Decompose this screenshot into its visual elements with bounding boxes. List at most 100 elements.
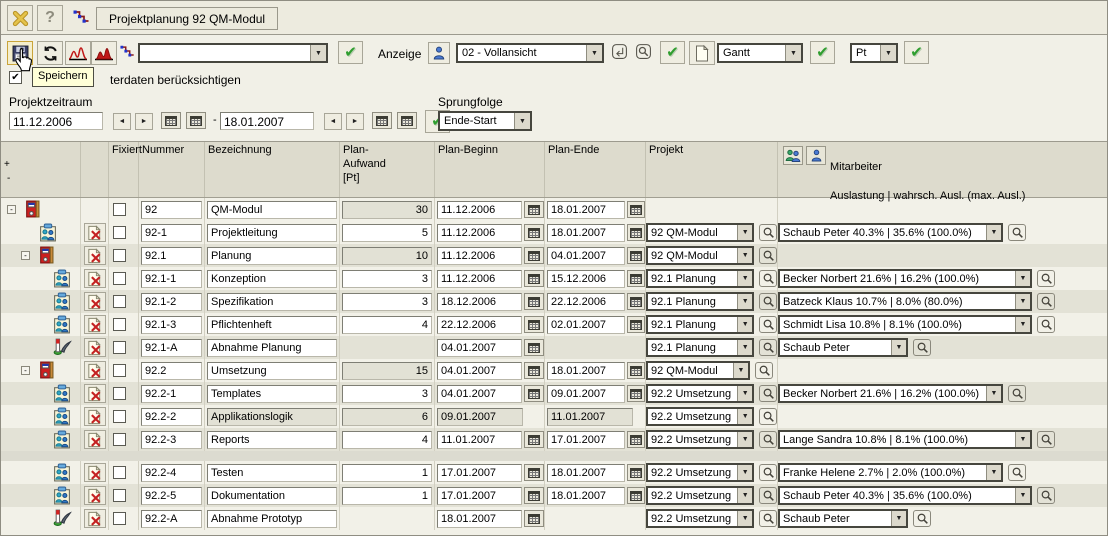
mitarbeiter-search-button[interactable] bbox=[1008, 224, 1026, 241]
apply-view-button[interactable]: ✔ bbox=[660, 41, 685, 64]
projekt-search-button[interactable] bbox=[759, 385, 777, 402]
histogram-fill-button[interactable] bbox=[91, 41, 117, 65]
search-view-icon[interactable] bbox=[635, 43, 652, 63]
delete-row-button[interactable] bbox=[84, 269, 106, 288]
filter-combobox[interactable]: ▼ bbox=[138, 43, 328, 63]
date-calendar-button[interactable] bbox=[524, 201, 544, 218]
period-end-calendar-button[interactable] bbox=[372, 112, 392, 129]
projekt-combobox[interactable]: 92.2 Umsetzung▼ bbox=[646, 430, 754, 449]
projekt-combobox[interactable]: 92.2 Umsetzung▼ bbox=[646, 509, 754, 528]
mitarbeiter-combobox[interactable]: Becker Norbert 21.6% | 16.2% (100.0%)▼ bbox=[778, 384, 1003, 403]
fixiert-checkbox[interactable] bbox=[113, 410, 126, 423]
period-start-next-button[interactable]: ► bbox=[135, 113, 153, 130]
period-start-input[interactable]: 11.12.2006 bbox=[9, 112, 103, 130]
chevron-down-icon[interactable]: ▼ bbox=[891, 340, 906, 355]
date-calendar-button[interactable] bbox=[627, 201, 645, 218]
mitarbeiter-combobox[interactable]: Schmidt Lisa 10.8% | 8.1% (100.0%)▼ bbox=[778, 315, 1032, 334]
mitarbeiter-search-button[interactable] bbox=[1037, 316, 1055, 333]
delete-row-button[interactable] bbox=[84, 338, 106, 357]
date-calendar-button[interactable] bbox=[627, 362, 645, 379]
projekt-combobox[interactable]: 92.2 Umsetzung▼ bbox=[646, 463, 754, 482]
date-calendar-button[interactable] bbox=[524, 224, 544, 241]
person-view-button[interactable] bbox=[428, 42, 450, 64]
chevron-down-icon[interactable]: ▼ bbox=[737, 340, 752, 355]
fixiert-checkbox[interactable] bbox=[113, 203, 126, 216]
projekt-combobox[interactable]: 92.1 Planung▼ bbox=[646, 315, 754, 334]
date-calendar-button[interactable] bbox=[524, 293, 544, 310]
mitarbeiter-search-button[interactable] bbox=[1037, 431, 1055, 448]
date-calendar-button[interactable] bbox=[524, 431, 544, 448]
date-calendar-button[interactable] bbox=[627, 464, 645, 481]
person-filter-button[interactable] bbox=[806, 146, 826, 165]
date-calendar-button[interactable] bbox=[524, 510, 544, 527]
fixiert-checkbox[interactable] bbox=[113, 226, 126, 239]
new-document-button[interactable] bbox=[689, 41, 715, 65]
projekt-search-button[interactable] bbox=[759, 270, 777, 287]
chevron-down-icon[interactable]: ▼ bbox=[1015, 488, 1030, 503]
fixiert-checkbox[interactable] bbox=[113, 466, 126, 479]
projekt-search-button[interactable] bbox=[755, 362, 773, 379]
period-start-prev-button[interactable]: ◄ bbox=[113, 113, 131, 130]
chevron-down-icon[interactable]: ▼ bbox=[737, 271, 752, 286]
period-end-input[interactable]: 18.01.2007 bbox=[220, 112, 314, 130]
period-start-calendar-button[interactable] bbox=[161, 112, 181, 129]
chevron-down-icon[interactable]: ▼ bbox=[986, 465, 1001, 480]
projekt-search-button[interactable] bbox=[759, 316, 777, 333]
mitarbeiter-search-button[interactable] bbox=[913, 339, 931, 356]
mitarbeiter-combobox[interactable]: Becker Norbert 21.6% | 16.2% (100.0%)▼ bbox=[778, 269, 1032, 288]
mitarbeiter-search-button[interactable] bbox=[1037, 487, 1055, 504]
mitarbeiter-combobox[interactable]: Lange Sandra 10.8% | 8.1% (100.0%)▼ bbox=[778, 430, 1032, 449]
chevron-down-icon[interactable]: ▼ bbox=[1015, 294, 1030, 309]
projekt-combobox[interactable]: 92 QM-Modul▼ bbox=[646, 246, 754, 265]
date-calendar-button[interactable] bbox=[524, 487, 544, 504]
date-calendar-button[interactable] bbox=[627, 431, 645, 448]
chevron-down-icon[interactable]: ▼ bbox=[737, 465, 752, 480]
mitarbeiter-combobox[interactable]: Batzeck Klaus 10.7% | 8.0% (80.0%)▼ bbox=[778, 292, 1032, 311]
mitarbeiter-search-button[interactable] bbox=[1008, 385, 1026, 402]
fixiert-checkbox[interactable] bbox=[113, 249, 126, 262]
date-calendar-button[interactable] bbox=[627, 293, 645, 310]
projekt-combobox[interactable]: 92.2 Umsetzung▼ bbox=[646, 384, 754, 403]
chevron-down-icon[interactable]: ▼ bbox=[1015, 432, 1030, 447]
projekt-search-button[interactable] bbox=[759, 224, 777, 241]
delete-row-button[interactable] bbox=[84, 315, 106, 334]
delete-row-button[interactable] bbox=[84, 486, 106, 505]
delete-row-button[interactable] bbox=[84, 463, 106, 482]
date-calendar-button[interactable] bbox=[627, 270, 645, 287]
fixiert-checkbox[interactable] bbox=[113, 387, 126, 400]
mitarbeiter-search-button[interactable] bbox=[1037, 270, 1055, 287]
fixiert-checkbox[interactable] bbox=[113, 318, 126, 331]
projekt-combobox[interactable]: 92.2 Umsetzung▼ bbox=[646, 486, 754, 505]
chevron-down-icon[interactable]: ▼ bbox=[785, 45, 801, 61]
projekt-search-button[interactable] bbox=[759, 408, 777, 425]
delete-row-button[interactable] bbox=[84, 430, 106, 449]
fixiert-checkbox[interactable] bbox=[113, 433, 126, 446]
mitarbeiter-combobox[interactable]: Schaub Peter 40.3% | 35.6% (100.0%)▼ bbox=[778, 486, 1032, 505]
unit-combobox[interactable]: Pt ▼ bbox=[850, 43, 898, 63]
delete-row-button[interactable] bbox=[84, 384, 106, 403]
projekt-combobox[interactable]: 92.1 Planung▼ bbox=[646, 292, 754, 311]
date-calendar-button[interactable] bbox=[627, 224, 645, 241]
delete-row-button[interactable] bbox=[84, 223, 106, 242]
chevron-down-icon[interactable]: ▼ bbox=[737, 294, 752, 309]
collapse-node-button[interactable]: - bbox=[21, 366, 30, 375]
histogram-line-button[interactable] bbox=[65, 41, 91, 65]
projekt-search-button[interactable] bbox=[759, 339, 777, 356]
date-calendar-button[interactable] bbox=[524, 316, 544, 333]
delete-row-button[interactable] bbox=[84, 361, 106, 380]
chevron-down-icon[interactable]: ▼ bbox=[986, 386, 1001, 401]
date-calendar-button[interactable] bbox=[524, 270, 544, 287]
mitarbeiter-combobox[interactable]: Schaub Peter▼ bbox=[778, 509, 908, 528]
chevron-down-icon[interactable]: ▼ bbox=[1015, 317, 1030, 332]
delete-row-button[interactable] bbox=[84, 292, 106, 311]
chevron-down-icon[interactable]: ▼ bbox=[737, 511, 752, 526]
chevron-down-icon[interactable]: ▼ bbox=[733, 363, 748, 378]
period-end-calendar2-button[interactable] bbox=[397, 112, 417, 129]
mitarbeiter-search-button[interactable] bbox=[1008, 464, 1026, 481]
chevron-down-icon[interactable]: ▼ bbox=[737, 225, 752, 240]
projekt-search-button[interactable] bbox=[759, 293, 777, 310]
chevron-down-icon[interactable]: ▼ bbox=[310, 45, 326, 61]
chevron-down-icon[interactable]: ▼ bbox=[880, 45, 896, 61]
help-button[interactable]: ? bbox=[37, 5, 63, 31]
delete-row-button[interactable] bbox=[84, 246, 106, 265]
